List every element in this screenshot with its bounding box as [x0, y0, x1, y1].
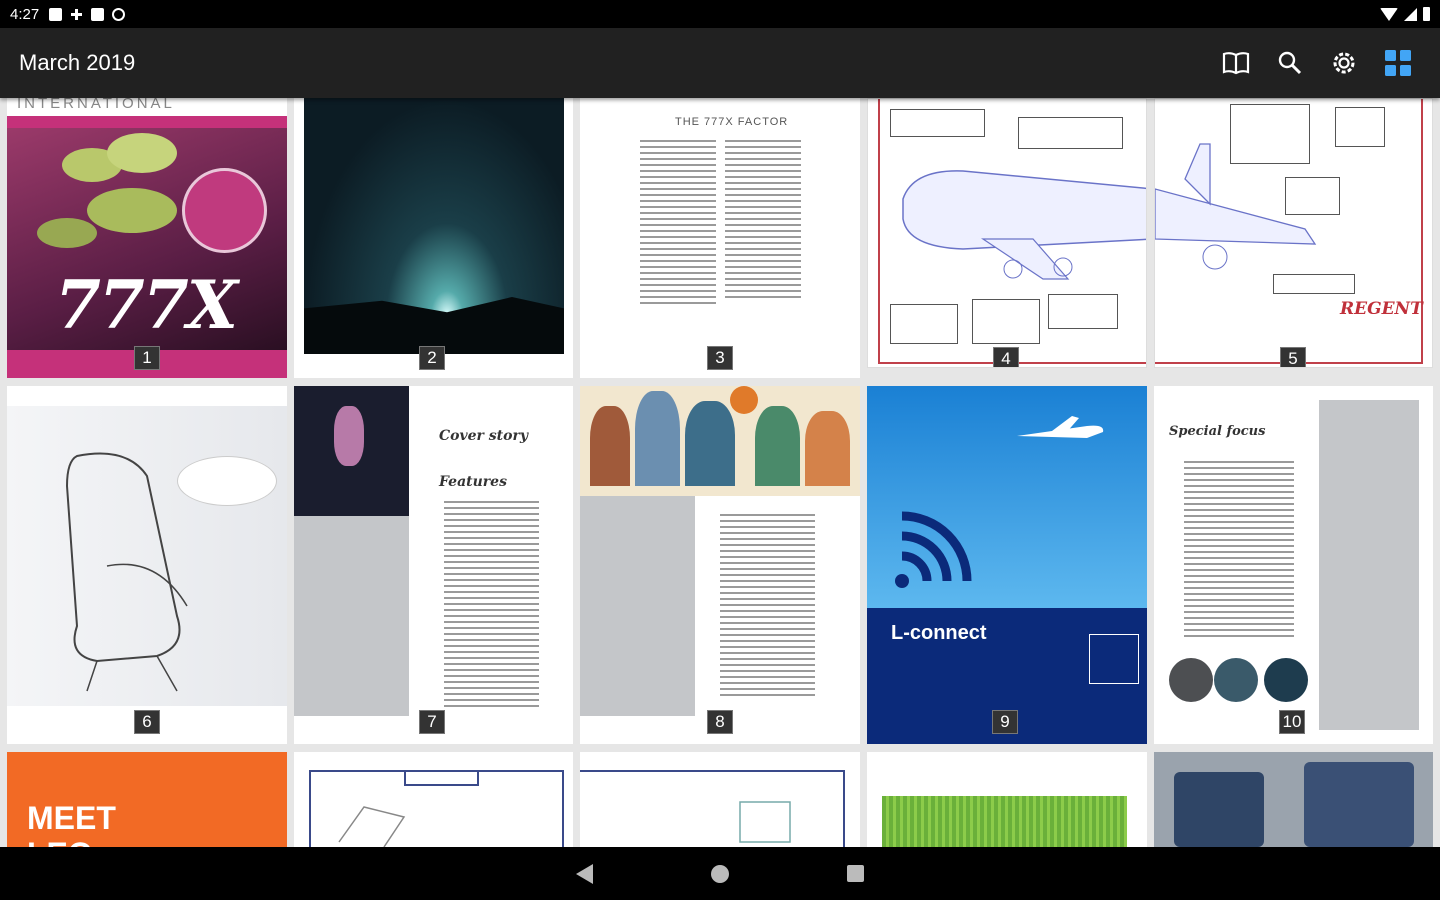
- fabric-swatch: [1169, 658, 1213, 702]
- callout-box: [1273, 274, 1355, 294]
- battery-icon: [1423, 7, 1430, 21]
- cover-headline: 777X: [55, 266, 238, 344]
- callout-box: [890, 304, 958, 344]
- page-thumbnail-1[interactable]: INTERNATIONAL 777X 1: [7, 98, 287, 378]
- page-thumbnail-11[interactable]: MEET LEO: [7, 752, 287, 847]
- cover-band: [7, 116, 287, 128]
- page-thumbnail-4[interactable]: 4: [867, 98, 1147, 368]
- wifi-icon: [1380, 7, 1398, 21]
- night-sky-image: [304, 98, 564, 354]
- seat-diagram: [739, 801, 791, 843]
- back-icon[interactable]: [576, 863, 593, 884]
- callout-box: [1230, 104, 1310, 164]
- seat-sketch: [65, 452, 188, 692]
- green-texture-image: [882, 796, 1127, 847]
- page-thumbnail-15[interactable]: [1154, 752, 1433, 847]
- settings-icon: [1333, 52, 1355, 74]
- home-icon[interactable]: [711, 864, 729, 883]
- page-thumbnail-8[interactable]: 8: [580, 386, 860, 744]
- app-bar: March 2019: [0, 28, 1440, 98]
- page-number: 4: [993, 347, 1019, 367]
- contents-cover-image: [294, 386, 409, 516]
- page-number: 8: [707, 710, 733, 734]
- page-number: 7: [419, 710, 445, 734]
- page-thumbnail-9[interactable]: L-connect 9: [867, 386, 1147, 744]
- airplane-diagram: [902, 170, 1146, 280]
- page-thumbnail-grid: INTERNATIONAL 777X 1 2 THE 777X FACTOR 3: [0, 98, 1440, 847]
- contents-sidebar: [580, 496, 695, 716]
- seat-diagram: [338, 806, 406, 847]
- page-number: 2: [419, 346, 445, 370]
- cabin-seat-image: [1304, 762, 1414, 847]
- book-button[interactable]: [1221, 48, 1251, 78]
- fabric-swatch: [1264, 658, 1308, 702]
- callout-box: [1048, 294, 1118, 329]
- settings-button[interactable]: [1329, 48, 1359, 78]
- search-button[interactable]: [1275, 48, 1305, 78]
- callout-box: [1285, 177, 1340, 215]
- callout-box: [1335, 107, 1385, 147]
- page-thumbnail-13[interactable]: [580, 752, 860, 847]
- page-thumbnail-6[interactable]: 6: [7, 386, 287, 744]
- plus-icon: [70, 8, 83, 21]
- special-focus-heading: Special focus: [1169, 424, 1266, 439]
- page-number: 3: [707, 346, 733, 370]
- contents-heading-features: Features: [439, 474, 507, 490]
- page-thumbnail-3[interactable]: THE 777X FACTOR 3: [580, 98, 860, 378]
- ad-brand: L-connect: [891, 622, 987, 644]
- circle-icon: [112, 7, 126, 21]
- contents-heading-cover: Cover story: [439, 428, 528, 444]
- callout-box: [890, 109, 985, 137]
- system-nav-bar: [0, 847, 1440, 900]
- ad-badge: [1089, 634, 1139, 684]
- brand-logo: REGENT: [1340, 299, 1423, 319]
- cover-masthead: INTERNATIONAL: [17, 98, 175, 112]
- sd-card-icon: [91, 7, 105, 21]
- cabin-seat-image: [1174, 772, 1264, 847]
- diagram-tab: [404, 770, 479, 786]
- grid-view-button[interactable]: [1383, 48, 1413, 78]
- airplane-icon: [1017, 416, 1104, 438]
- page-title: March 2019: [19, 50, 136, 75]
- article-heading: THE 777X FACTOR: [675, 116, 789, 128]
- callout-box: [1018, 117, 1123, 149]
- promo-headline: MEET LEO: [27, 800, 116, 847]
- fabric-swatch: [1214, 658, 1258, 702]
- page-number: 10: [1279, 710, 1305, 734]
- callout-box: [972, 299, 1040, 344]
- contents-sidebar: [1319, 400, 1419, 730]
- search-icon: [1278, 51, 1302, 75]
- page-number: 1: [134, 346, 160, 370]
- status-time: 4:27: [10, 5, 40, 23]
- page-number: 9: [992, 710, 1018, 734]
- page-number: 5: [1280, 347, 1306, 367]
- status-bar: 4:27: [0, 0, 1440, 28]
- page-thumbnail-2[interactable]: 2: [294, 98, 573, 378]
- page-thumbnail-7[interactable]: Cover story Features 7: [294, 386, 573, 744]
- book-icon: [1222, 52, 1250, 75]
- page-thumbnail-5[interactable]: REGENT 5: [1154, 98, 1433, 368]
- recent-apps-icon[interactable]: [847, 865, 864, 882]
- grid-icon: [1385, 50, 1411, 76]
- page-thumbnail-14[interactable]: [867, 752, 1147, 847]
- passengers-illustration: [580, 386, 860, 496]
- cell-signal-icon: [1404, 7, 1417, 21]
- page-thumbnail-10[interactable]: Special focus 10: [1154, 386, 1433, 744]
- page-number: 6: [134, 710, 160, 734]
- square-icon: [49, 7, 63, 21]
- contents-sidebar: [294, 516, 409, 716]
- page-thumbnail-12[interactable]: [294, 752, 573, 847]
- wifi-signal-graphic: [895, 511, 972, 588]
